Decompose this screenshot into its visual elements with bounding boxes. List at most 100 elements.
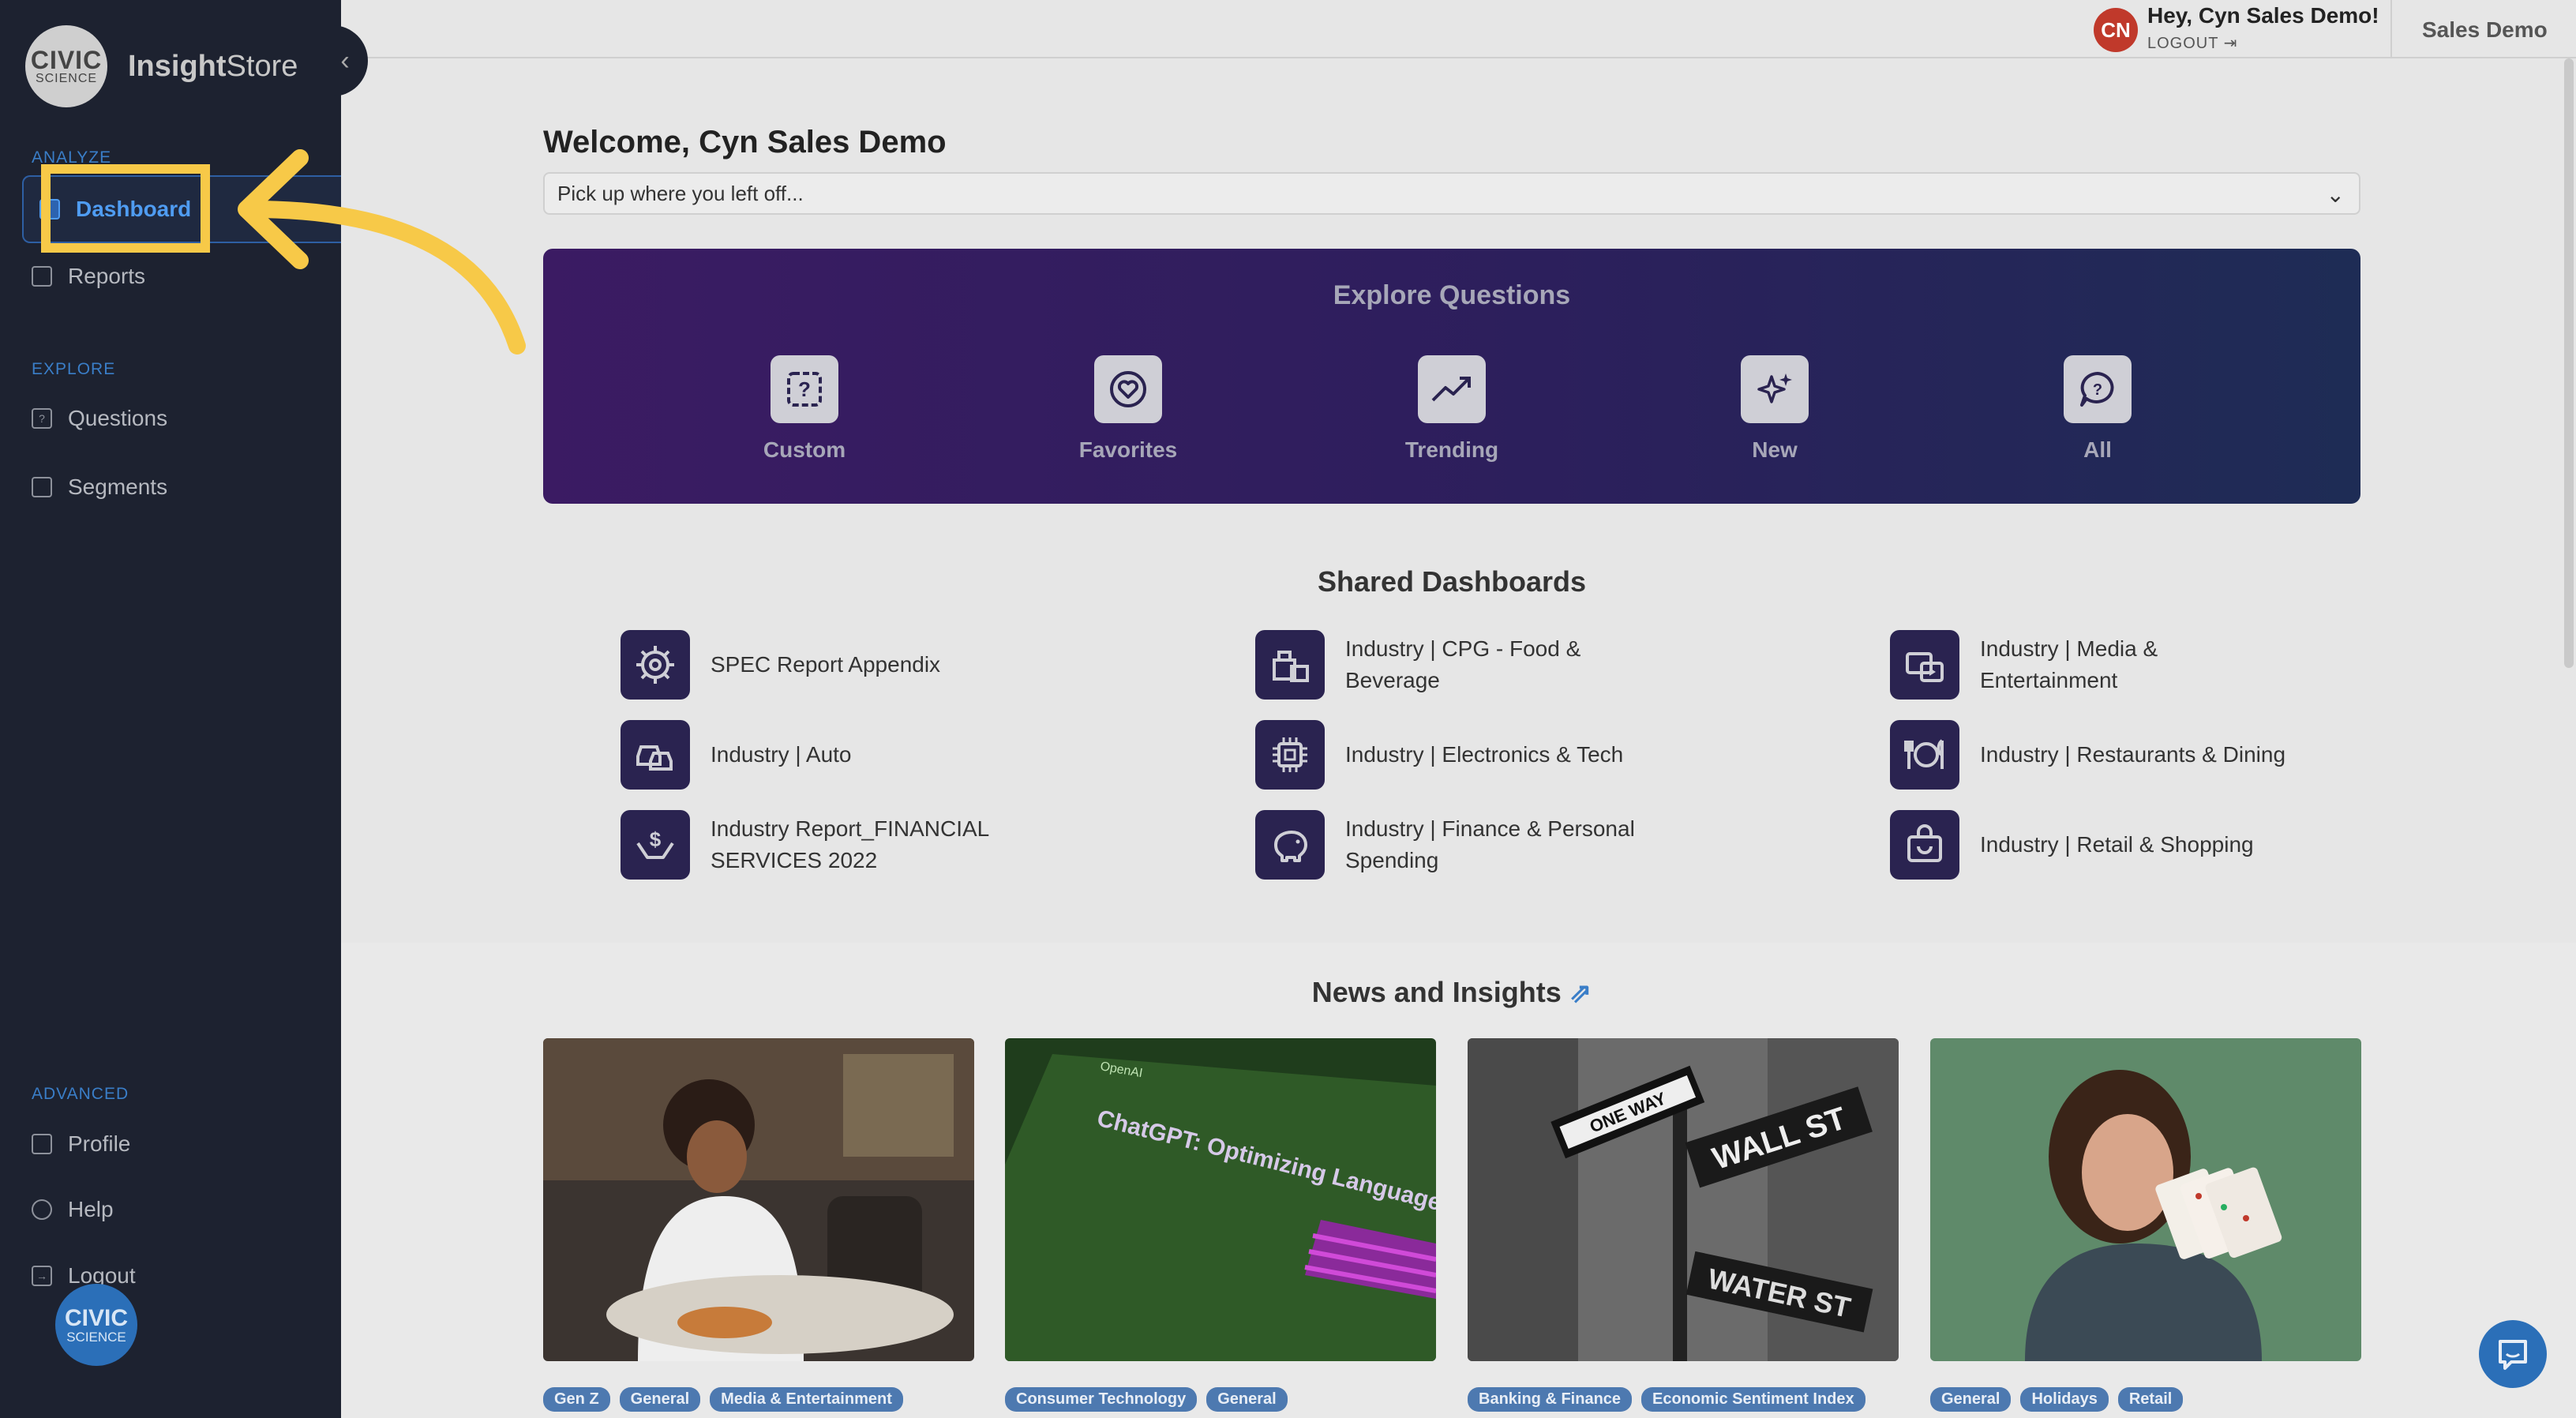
dashboard-link[interactable]: SPEC Report Appendix <box>621 630 1026 700</box>
woman-gift-cards-photo <box>1930 1038 2361 1361</box>
explore-favorites-button[interactable]: Favorites <box>1057 355 1199 463</box>
cars-icon <box>621 720 690 790</box>
tag[interactable]: General <box>619 1387 701 1412</box>
chevron-left-icon: ‹ <box>340 45 350 76</box>
resume-select-value: Pick up where you left off... <box>557 181 804 205</box>
explore-custom-button[interactable]: ? Custom <box>733 355 876 463</box>
news-card[interactable]: ONE WAY WALL ST WATER ST <box>1468 1038 1899 1361</box>
civic-science-badge[interactable]: CIVIC SCIENCE <box>55 1284 137 1366</box>
news-card[interactable] <box>543 1038 974 1361</box>
chat-support-button[interactable] <box>2479 1320 2547 1388</box>
piggy-bank-icon <box>1255 810 1325 880</box>
dashboard-link[interactable]: Industry | Restaurants & Dining <box>1890 720 2296 790</box>
page-scrollbar[interactable] <box>2564 58 2574 668</box>
media-icon <box>1890 630 1959 700</box>
app-name-bold: Insight <box>128 49 227 83</box>
tag[interactable]: General <box>1930 1387 2012 1412</box>
plate-utensils-icon <box>1890 720 1959 790</box>
topbar-divider <box>2390 0 2392 58</box>
tag[interactable]: Banking & Finance <box>1468 1387 1633 1412</box>
dashboard-link[interactable]: Industry | Electronics & Tech <box>1255 720 1661 790</box>
dashboard-link[interactable]: Industry | Media & Entertainment <box>1890 630 2296 700</box>
logout-label: LOGOUT <box>2147 35 2219 52</box>
dashboard-label: SPEC Report Appendix <box>711 652 941 677</box>
segments-icon <box>32 477 52 497</box>
dashboard-link[interactable]: Industry | Finance & Personal Spending <box>1255 810 1661 880</box>
dashboard-label: Industry | Restaurants & Dining <box>1980 742 2286 767</box>
explore-label: Favorites <box>1078 437 1178 462</box>
user-avatar[interactable]: CN <box>2094 8 2138 52</box>
trending-chart-icon <box>1418 355 1486 423</box>
tag[interactable]: Retail <box>2117 1387 2184 1412</box>
chevron-down-icon: ⌄ <box>2326 182 2345 207</box>
news-title-text: News and Insights <box>1311 976 1562 1008</box>
topbar-logout-link[interactable]: LOGOUT ⇥ <box>2147 33 2237 53</box>
dashboard-label: Industry | Electronics & Tech <box>1345 742 1624 767</box>
dashboard-label: Industry Report_FINANCIAL SERVICES 2022 <box>711 816 989 872</box>
dashboard-link[interactable]: Industry | CPG - Food & Beverage <box>1255 630 1661 700</box>
hand-dollar-icon: $ <box>621 810 690 880</box>
sidebar-item-label: Help <box>68 1197 114 1221</box>
tag[interactable]: Media & Entertainment <box>710 1387 903 1412</box>
news-title: News and Insights ⇗ <box>543 976 2360 1009</box>
custom-question-icon: ? <box>771 355 838 423</box>
svg-text:?: ? <box>798 377 811 401</box>
tag[interactable]: Economic Sentiment Index <box>1641 1387 1865 1412</box>
tutorial-arrow-icon <box>238 149 526 354</box>
explore-all-button[interactable]: ? All <box>2027 355 2169 463</box>
reports-icon <box>32 266 52 287</box>
gear-target-icon <box>621 630 690 700</box>
news-tags: Gen Z General Media & Entertainment <box>543 1387 903 1412</box>
sidebar-item-label: Questions <box>68 406 168 430</box>
sidebar-item-reports[interactable]: Reports <box>32 264 145 289</box>
dashboard-label: Industry | CPG - Food & Beverage <box>1345 636 1581 692</box>
tag[interactable]: Holidays <box>2020 1387 2109 1412</box>
dashboard-label: Industry | Finance & Personal Spending <box>1345 816 1635 872</box>
explore-trending-button[interactable]: Trending <box>1381 355 1523 463</box>
sidebar-item-help[interactable]: Help <box>32 1197 114 1222</box>
news-tags: General Holidays Retail <box>1930 1387 2184 1412</box>
sidebar-item-segments[interactable]: Segments <box>32 475 167 500</box>
logo-line2: SCIENCE <box>35 72 98 85</box>
tag[interactable]: Consumer Technology <box>1005 1387 1198 1412</box>
news-tags: Consumer Technology General <box>1005 1387 1288 1412</box>
dashboard-label: Industry | Retail & Shopping <box>1980 832 2254 857</box>
badge-line2: SCIENCE <box>66 1329 126 1345</box>
chat-bubble-icon <box>2499 1340 2527 1370</box>
external-link-icon[interactable]: ⇗ <box>1569 978 1592 1008</box>
section-label-explore: EXPLORE <box>32 360 116 378</box>
app-name-rest: Store <box>226 49 298 83</box>
sidebar-item-label: Segments <box>68 475 168 499</box>
explore-new-button[interactable]: New <box>1704 355 1846 463</box>
logo-line1: CIVIC <box>30 46 103 74</box>
dashboard-link[interactable]: $ Industry Report_FINANCIAL SERVICES 202… <box>621 810 1026 880</box>
wall-street-sign-photo: ONE WAY WALL ST WATER ST <box>1468 1038 1899 1361</box>
app-logo[interactable]: CIVIC SCIENCE InsightStore <box>25 25 298 107</box>
sidebar-item-profile[interactable]: Profile <box>32 1131 130 1157</box>
all-chat-icon: ? <box>2064 355 2132 423</box>
account-switcher[interactable]: Sales Demo <box>2422 17 2548 43</box>
dashboard-label: Industry | Media & Entertainment <box>1980 636 2158 692</box>
sidebar-item-label: Profile <box>68 1131 131 1156</box>
explore-label: Custom <box>763 437 846 462</box>
new-sparkle-icon <box>1741 355 1809 423</box>
logout-arrow-icon: ⇥ <box>2223 35 2238 52</box>
app-name: InsightStore <box>128 50 298 84</box>
shared-dashboards-title: Shared Dashboards <box>1317 565 1587 598</box>
profile-icon <box>32 1134 52 1154</box>
sidebar-item-logout[interactable]: → Logout <box>32 1263 136 1289</box>
explore-label: All <box>2083 437 2112 462</box>
tag[interactable]: General <box>1206 1387 1288 1412</box>
resume-select[interactable]: Pick up where you left off... ⌄ <box>543 172 2360 215</box>
news-card[interactable]: OpenAI ChatGPT: Optimizing Language Mode… <box>1005 1038 1436 1361</box>
help-icon <box>32 1199 52 1220</box>
dashboard-link[interactable]: Industry | Auto <box>621 720 1026 790</box>
tag[interactable]: Gen Z <box>543 1387 610 1412</box>
dashboard-link[interactable]: Industry | Retail & Shopping <box>1890 810 2296 880</box>
news-card[interactable] <box>1930 1038 2361 1361</box>
svg-text:?: ? <box>2093 381 2102 399</box>
tutorial-highlight-box <box>41 164 210 253</box>
user-greeting: Hey, Cyn Sales Demo! <box>2147 3 2379 28</box>
sidebar-item-questions[interactable]: ? Questions <box>32 406 167 431</box>
people-dining-photo <box>543 1038 974 1361</box>
